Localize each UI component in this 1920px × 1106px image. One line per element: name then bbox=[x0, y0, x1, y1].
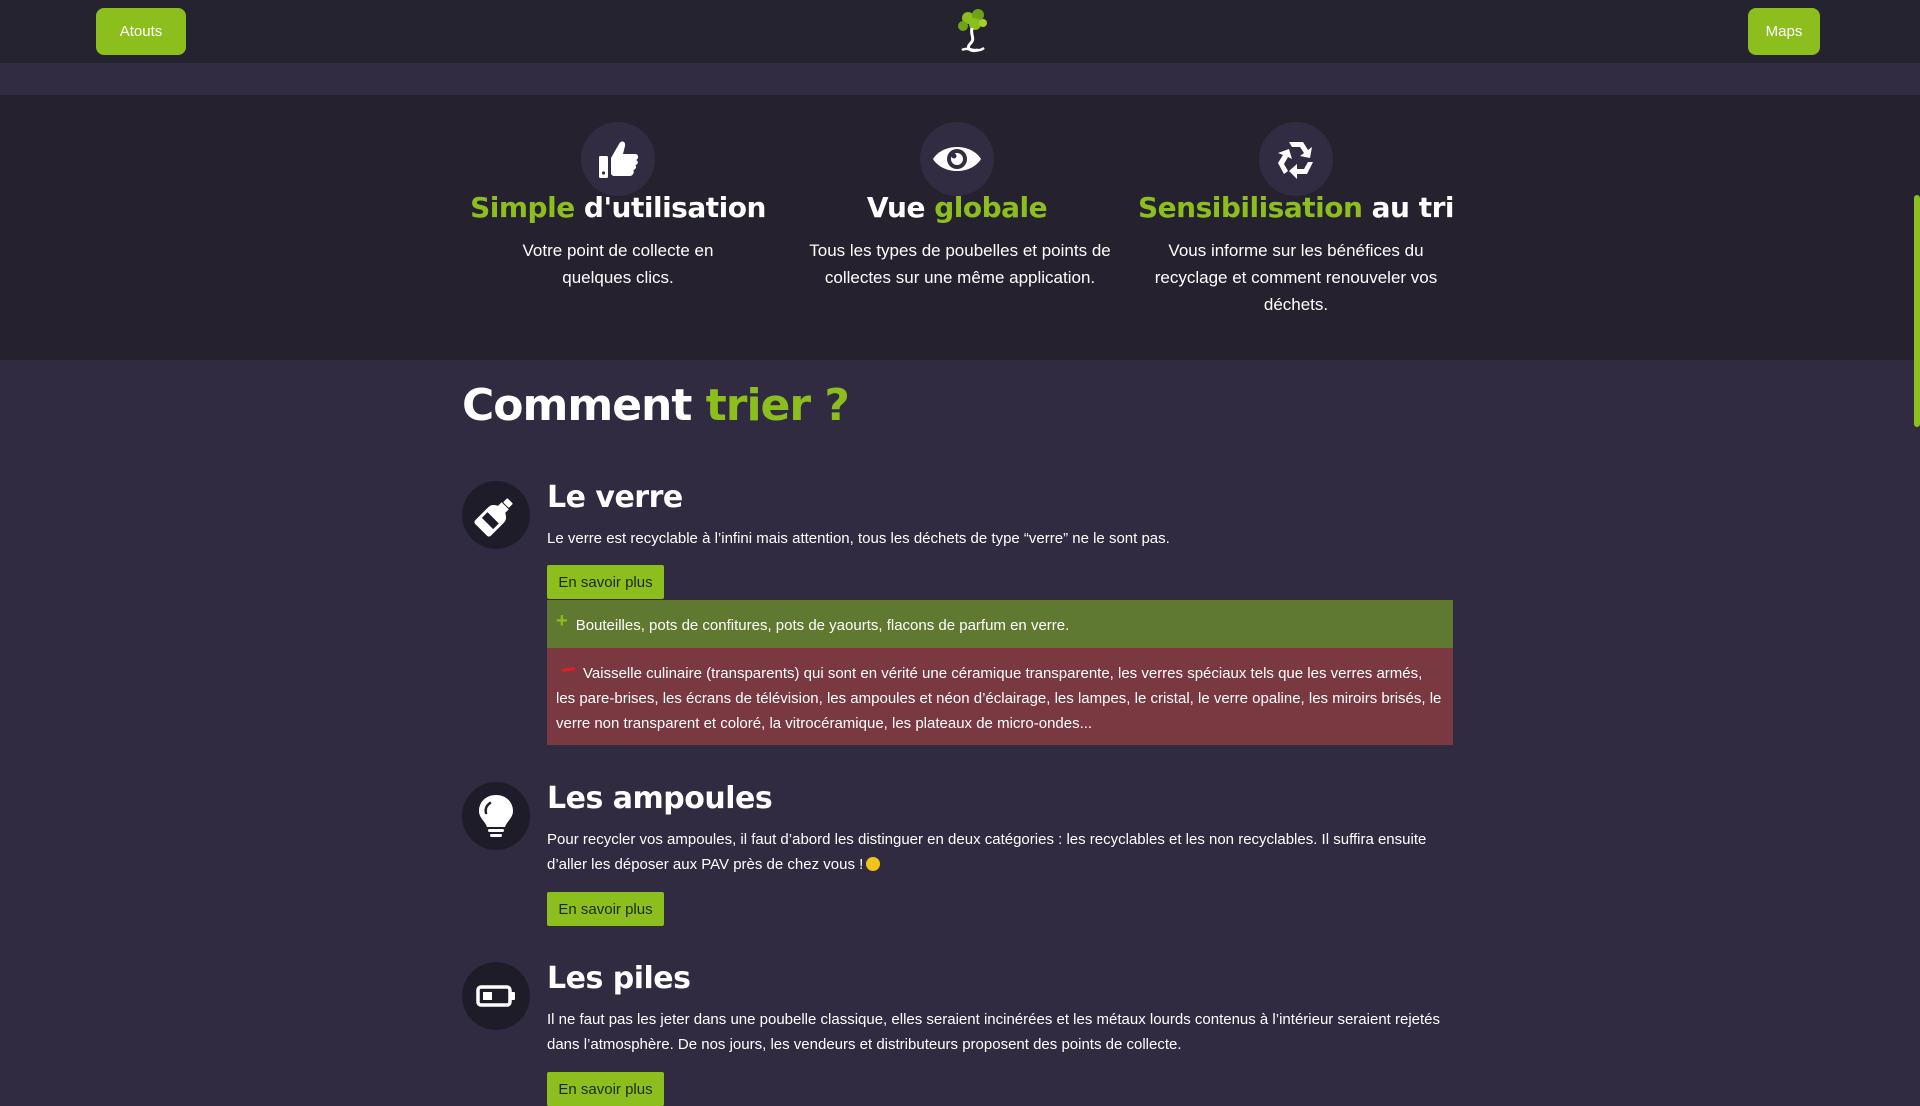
eye-icon bbox=[920, 122, 994, 196]
item-title-batteries: Les piles bbox=[547, 961, 691, 996]
thumbs-up-icon bbox=[581, 122, 655, 196]
features-band: Simple d'utilisation Votre point de coll… bbox=[0, 95, 1920, 360]
lightbulb-icon bbox=[462, 782, 530, 850]
accepted-items-box: + Bouteilles, pots de confitures, pots de… bbox=[547, 600, 1453, 648]
feature-description: Votre point de collecte en quelques clic… bbox=[522, 241, 714, 287]
battery-icon bbox=[462, 962, 530, 1030]
accepted-items-text: Bouteilles, pots de confitures, pots de … bbox=[575, 617, 1070, 634]
rejected-items-box: Vaisselle culinaire (transparents) qui s… bbox=[547, 648, 1453, 745]
bottle-icon bbox=[462, 481, 530, 549]
header-spacer bbox=[0, 63, 1920, 95]
minus-icon bbox=[561, 667, 576, 672]
learn-more-button-batteries[interactable]: En savoir plus bbox=[547, 1072, 664, 1106]
maps-button[interactable]: Maps bbox=[1748, 8, 1820, 55]
rejected-items-text: Vaisselle culinaire (transparents) qui s… bbox=[556, 665, 1442, 732]
item-text-glass: Le verre est recyclable à l’infini mais … bbox=[547, 530, 1170, 547]
feature-description: Tous les types de poubelles et points de… bbox=[809, 241, 1111, 287]
smiley-emoji-icon bbox=[866, 857, 881, 871]
recycle-icon bbox=[1259, 122, 1333, 196]
item-title-bulbs: Les ampoules bbox=[547, 781, 773, 816]
feature-title: Simple d'utilisation bbox=[470, 191, 766, 224]
item-text-bulbs: Pour recycler vos ampoules, il faut d’ab… bbox=[547, 831, 1427, 873]
plus-icon: + bbox=[556, 610, 568, 632]
feature-description: Vous informe sur les bénéfices du recycl… bbox=[1154, 241, 1438, 314]
feature-title: Sensibilisation au tri bbox=[1137, 191, 1455, 224]
item-title-glass: Le verre bbox=[547, 480, 683, 515]
tree-logo-icon[interactable] bbox=[948, 6, 998, 58]
learn-more-button-bulbs[interactable]: En savoir plus bbox=[547, 892, 664, 926]
learn-more-button-glass[interactable]: En savoir plus bbox=[547, 565, 664, 599]
feature-title: Vue globale bbox=[866, 191, 1048, 224]
scrollbar[interactable] bbox=[1914, 195, 1920, 427]
section-title: Comment trier ? bbox=[462, 380, 850, 431]
top-navbar: Atouts Maps bbox=[0, 0, 1920, 63]
item-text-batteries: Il ne faut pas les jeter dans une poubel… bbox=[547, 1011, 1441, 1053]
atouts-button[interactable]: Atouts bbox=[96, 8, 186, 55]
